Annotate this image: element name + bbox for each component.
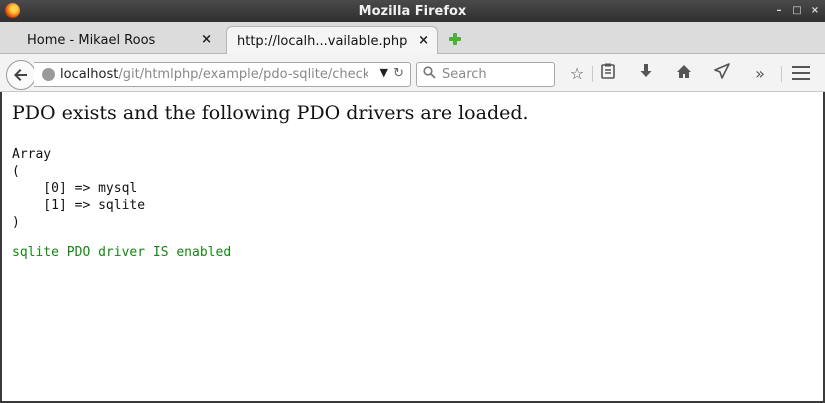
firefox-logo-icon xyxy=(5,3,20,18)
new-tab-plus-icon[interactable] xyxy=(448,32,462,46)
navigation-bar: localhost /git/htmlphp/example/pdo-sqlit… xyxy=(0,54,825,92)
tab-label: Home - Mikael Roos xyxy=(27,33,156,48)
home-icon[interactable] xyxy=(673,63,695,85)
reload-icon[interactable]: ↻ xyxy=(393,66,404,81)
back-arrow-icon[interactable] xyxy=(6,60,36,90)
search-placeholder: Search xyxy=(442,67,487,82)
search-input[interactable]: Search xyxy=(416,62,555,87)
window-title: Mozilla Firefox xyxy=(358,3,467,19)
page-content: PDO exists and the following PDO drivers… xyxy=(2,92,823,401)
tab-strip: Home - Mikael Roos × http://localh...vai… xyxy=(0,22,825,55)
globe-icon xyxy=(42,68,55,81)
browser-window: Mozilla Firefox – □ × Home - Mikael Roos… xyxy=(0,0,825,403)
driver-status-message: sqlite PDO driver IS enabled xyxy=(12,245,232,260)
minimize-icon[interactable]: – xyxy=(773,4,785,17)
chevron-double-right-icon[interactable]: » xyxy=(749,63,771,85)
array-line: ) xyxy=(12,215,20,230)
clipboard-icon[interactable] xyxy=(597,63,619,85)
tab-current[interactable]: http://localh...vailable.php × xyxy=(226,26,438,55)
array-line: Array xyxy=(12,147,52,162)
array-line: [0] => mysql xyxy=(12,181,138,196)
window-controls: – □ × xyxy=(773,4,821,17)
chevron-down-icon[interactable]: ▼ xyxy=(380,66,388,79)
maximize-icon[interactable]: □ xyxy=(791,4,803,17)
hamburger-menu-icon[interactable] xyxy=(792,66,810,80)
url-bar[interactable]: localhost /git/htmlphp/example/pdo-sqlit… xyxy=(34,62,411,87)
array-line: [1] => sqlite xyxy=(12,198,146,213)
tab-close-icon[interactable]: × xyxy=(418,33,429,48)
send-icon[interactable] xyxy=(711,63,733,85)
toolbar-divider xyxy=(592,66,593,82)
toolbar-divider xyxy=(781,66,782,82)
search-icon xyxy=(423,66,436,83)
close-window-icon[interactable]: × xyxy=(809,4,821,17)
tab-label: http://localh...vailable.php xyxy=(237,33,408,49)
tab-home[interactable]: Home - Mikael Roos × xyxy=(2,26,222,55)
download-arrow-icon[interactable] xyxy=(635,63,657,85)
tab-close-icon[interactable]: × xyxy=(201,32,212,47)
star-icon[interactable]: ☆ xyxy=(566,63,588,85)
page-heading: PDO exists and the following PDO drivers… xyxy=(12,102,529,124)
array-line: ( xyxy=(12,164,20,179)
driver-array-output: Array ( [0] => mysql [1] => sqlite) xyxy=(12,146,145,231)
title-bar: Mozilla Firefox – □ × xyxy=(0,0,825,22)
url-host: localhost xyxy=(60,67,119,82)
url-path: /git/htmlphp/example/pdo-sqlite/check xyxy=(118,67,369,82)
